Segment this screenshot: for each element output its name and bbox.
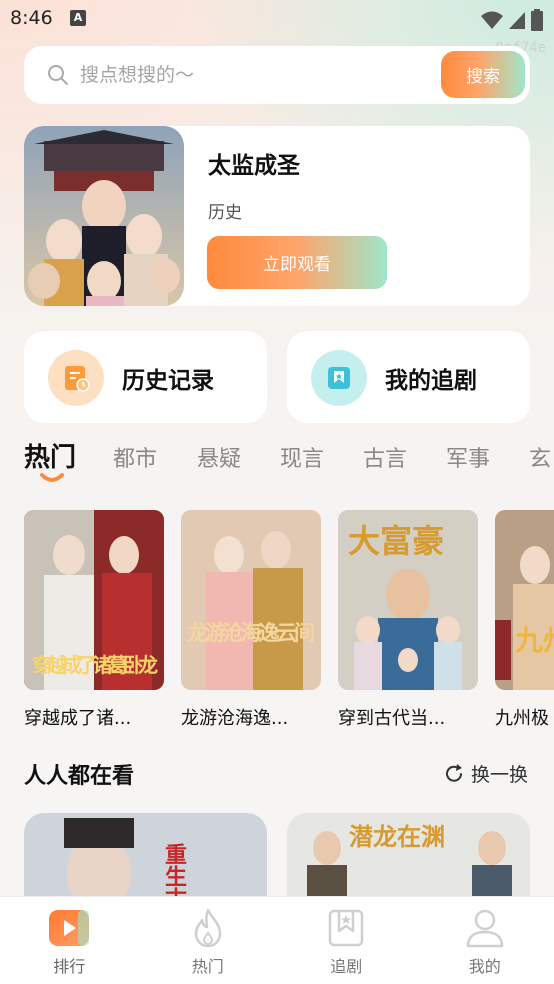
flame-icon: [194, 908, 221, 948]
tabbar-label: 追剧: [330, 957, 363, 976]
drama-cover[interactable]: 九州极: [495, 510, 554, 690]
drama-cover-text: 大富豪: [348, 522, 444, 560]
drama-cover-text: 穿越成了诸葛卧龙: [32, 653, 158, 677]
active-tab-indicator: [40, 473, 64, 482]
refresh-label: 换一换: [470, 764, 528, 786]
drama-cover[interactable]: 大富豪: [338, 510, 478, 690]
user-icon: [466, 909, 503, 948]
follow-icon-badge: [311, 350, 367, 406]
status-bar: 8:46 A: [0, 0, 554, 38]
signal-icon: [509, 12, 525, 29]
drama-cover[interactable]: 穿越成了诸葛卧龙: [24, 510, 164, 690]
history-icon-badge: [48, 350, 104, 406]
tabbar-item-hot[interactable]: 热门: [139, 897, 278, 984]
drama-title: 九州极: [495, 708, 549, 729]
tabbar-item-ranking[interactable]: 排行: [0, 897, 139, 984]
tabbar-label: 热门: [191, 957, 224, 976]
tab-fantasy[interactable]: 玄: [529, 441, 551, 473]
tabbar-label: 排行: [53, 957, 86, 976]
bottom-tab-bar: 排行 热门 追剧 我的: [0, 896, 554, 984]
play-icon: [49, 910, 90, 946]
watch-now-button[interactable]: 立即观看: [207, 236, 387, 289]
wifi-icon: [481, 11, 503, 29]
drama-card[interactable]: 龙游沧海逸云间 龙游沧海逸...: [181, 510, 321, 730]
tabbar-item-follow[interactable]: 追剧: [277, 897, 416, 984]
status-time: 8:46: [10, 7, 53, 29]
featured-title: 太监成圣: [208, 153, 300, 179]
drama-title: 穿越成了诸...: [24, 708, 132, 729]
drama-title: 龙游沧海逸...: [181, 708, 289, 729]
watching-card[interactable]: 潜龙在渊: [287, 813, 530, 908]
tab-urban[interactable]: 都市: [113, 441, 157, 473]
status-icons: [480, 9, 544, 31]
drama-card[interactable]: 穿越成了诸葛卧龙 穿越成了诸...: [24, 510, 164, 730]
featured-genre: 历史: [208, 203, 242, 223]
tab-military[interactable]: 军事: [446, 441, 490, 473]
follow-label: 我的追剧: [385, 368, 477, 394]
bookmark-star-icon: [328, 367, 350, 389]
category-tabs: 热门 都市 悬疑 现言 古言 军事 玄: [24, 437, 554, 487]
drama-cover-text: 九州极: [515, 624, 554, 657]
watching-cover-text: 潜龙在渊: [349, 822, 445, 851]
search-input[interactable]: [80, 58, 440, 92]
watching-card[interactable]: 重生古王: [24, 813, 267, 908]
drama-card[interactable]: 九州极 九州极: [495, 510, 554, 730]
tabbar-label: 我的: [468, 957, 501, 976]
search-icon: [48, 65, 68, 85]
battery-icon: [531, 9, 543, 31]
history-label: 历史记录: [122, 368, 214, 394]
tabbar-item-mine[interactable]: 我的: [416, 897, 554, 984]
search-bar: 搜索: [24, 46, 530, 104]
tab-suspense[interactable]: 悬疑: [197, 441, 241, 473]
my-follow-entry[interactable]: 我的追剧: [287, 331, 530, 423]
drama-cover[interactable]: 龙游沧海逸云间: [181, 510, 321, 690]
bookmark-star-icon: [329, 909, 364, 947]
tab-ancient-romance[interactable]: 古言: [363, 441, 407, 473]
history-icon: [65, 366, 90, 392]
history-entry[interactable]: 历史记录: [24, 331, 267, 423]
notification-icon: A: [70, 10, 86, 26]
tab-modern-romance[interactable]: 现言: [280, 441, 324, 473]
section-title: 人人都在看: [24, 764, 135, 789]
watching-list: 重生古王 潜龙在渊: [24, 813, 530, 908]
tab-hot[interactable]: 热门: [24, 437, 76, 474]
refresh-icon: [446, 763, 462, 782]
drama-title: 穿到古代当...: [338, 708, 446, 729]
search-button[interactable]: 搜索: [441, 51, 525, 98]
drama-card[interactable]: 大富豪 穿到古代当...: [338, 510, 478, 730]
hot-drama-list: 穿越成了诸葛卧龙 穿越成了诸... 龙游沧海逸云间 龙游沧海逸... 大富豪 穿…: [24, 510, 554, 735]
drama-cover-text: 龙游沧海逸云间: [187, 620, 315, 645]
featured-card[interactable]: 太监成圣 历史 立即观看: [24, 126, 530, 306]
featured-poster[interactable]: [24, 126, 184, 306]
refresh-button[interactable]: 换一换: [443, 760, 528, 787]
